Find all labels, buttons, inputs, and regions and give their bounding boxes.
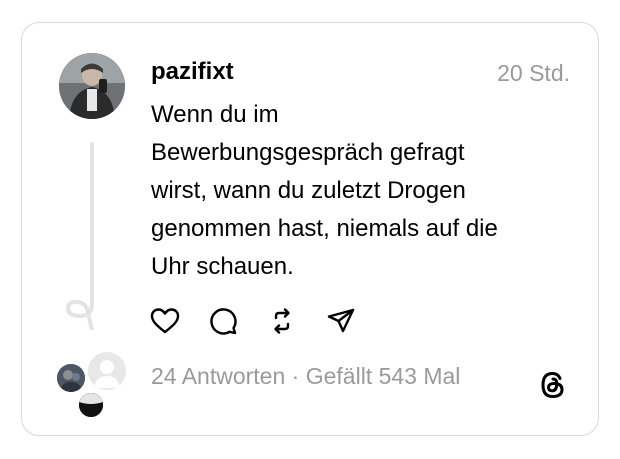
reply-button[interactable] bbox=[208, 306, 238, 336]
username[interactable]: pazifixt bbox=[151, 58, 234, 86]
repost-icon bbox=[274, 308, 290, 334]
thread-line bbox=[90, 142, 94, 294]
repost-button[interactable] bbox=[267, 306, 297, 336]
replier-avatar[interactable] bbox=[88, 352, 126, 390]
like-button[interactable] bbox=[150, 306, 180, 336]
thread-loop-icon bbox=[65, 290, 94, 330]
post-timestamp[interactable]: 20 Std. bbox=[497, 60, 570, 87]
replier-avatar[interactable] bbox=[57, 364, 85, 392]
replier-photo bbox=[79, 393, 103, 417]
post-text-line: Bewerbungsgespräch gefragt bbox=[151, 139, 465, 166]
heart-icon bbox=[150, 308, 180, 334]
share-button[interactable] bbox=[326, 306, 356, 336]
send-icon bbox=[327, 308, 355, 333]
stats-separator: · bbox=[285, 363, 306, 389]
default-user-icon bbox=[88, 352, 126, 390]
replier-avatar[interactable] bbox=[79, 393, 103, 417]
post-text-line: wirst, wann du zuletzt Drogen bbox=[151, 177, 466, 204]
likes-count-link[interactable]: Gefällt 543 Mal bbox=[306, 363, 461, 389]
post-stats: 24 Antworten · Gefällt 543 Mal bbox=[151, 363, 460, 390]
post-text-line: Uhr schauen. bbox=[151, 253, 294, 280]
avatar-photo bbox=[59, 53, 125, 119]
comment-bubble-icon bbox=[210, 308, 237, 335]
post-text-line: Wenn du im bbox=[151, 101, 279, 128]
post-text-line: genommen hast, niemals auf die bbox=[151, 215, 498, 242]
replier-photo bbox=[57, 364, 85, 392]
post-text: Wenn du im Bewerbungsgespräch gefragt wi… bbox=[151, 96, 571, 286]
replies-count-link[interactable]: 24 Antworten bbox=[151, 363, 285, 389]
author-avatar[interactable] bbox=[59, 53, 125, 119]
threads-logo-icon[interactable] bbox=[536, 368, 570, 402]
